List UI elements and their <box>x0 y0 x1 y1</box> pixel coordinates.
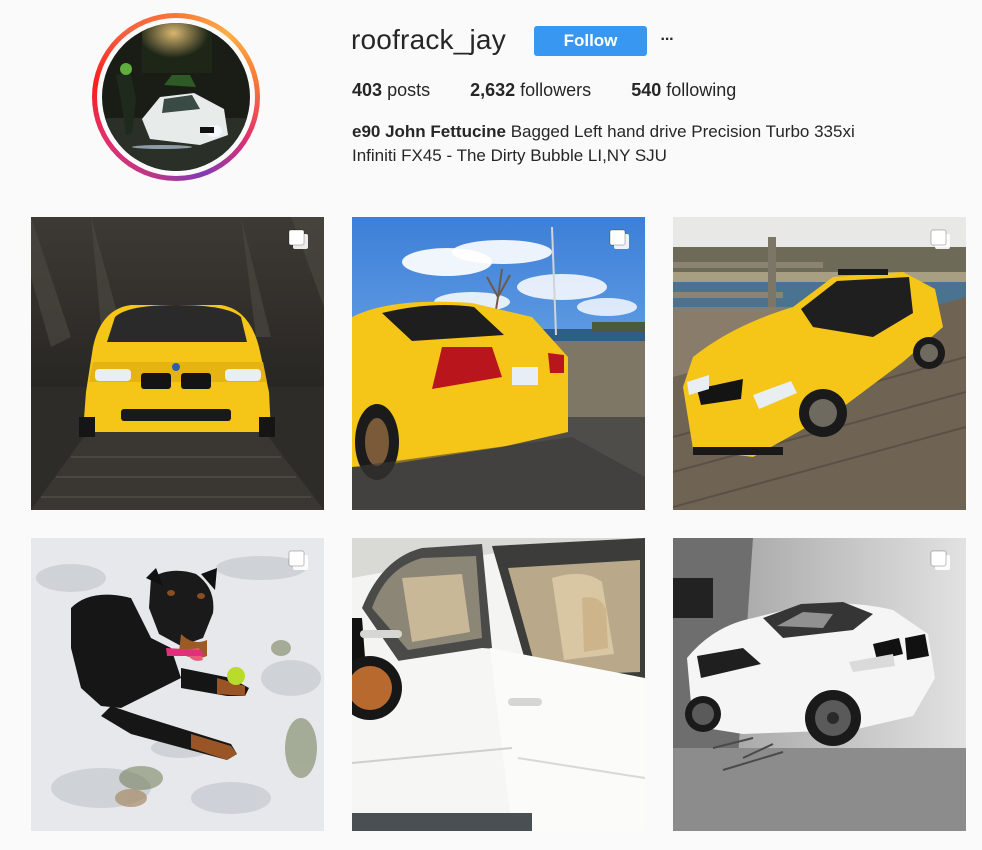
bio-line-2: Infiniti FX45 - The Dirty Bubble LI,NY S… <box>352 146 667 165</box>
yellow-bmw-side-photo <box>673 217 966 510</box>
multi-post-icon <box>930 550 950 570</box>
bio-name: e90 John Fettucine <box>352 122 506 141</box>
follow-button[interactable]: Follow <box>534 26 647 56</box>
white-bmw-interior-photo <box>352 538 645 831</box>
avatar-ring-inner <box>97 18 255 176</box>
posts-label: posts <box>387 80 431 100</box>
story-ring[interactable] <box>92 13 260 181</box>
followers-label[interactable]: followers <box>520 80 591 100</box>
profile-stats: 403 posts 2,632 followers 540 following <box>352 80 776 101</box>
more-options-icon[interactable]: ··· <box>657 28 677 52</box>
rottweiler-snow-photo <box>31 538 324 831</box>
multi-post-icon <box>609 229 629 249</box>
yellow-bmw-front-photo <box>31 217 324 510</box>
stat-followers[interactable]: 2,632 followers <box>470 80 591 101</box>
post-tile-6[interactable] <box>673 538 966 831</box>
profile-bio: e90 John Fettucine Bagged Left hand driv… <box>352 120 952 168</box>
post-tile-5[interactable] <box>352 538 645 831</box>
post-tile-4[interactable] <box>31 538 324 831</box>
following-label[interactable]: following <box>666 80 736 100</box>
avatar[interactable] <box>102 23 250 171</box>
multi-post-icon <box>930 229 950 249</box>
white-bmw-garage-photo <box>673 538 966 831</box>
post-tile-1[interactable] <box>31 217 324 510</box>
multi-post-icon <box>288 550 308 570</box>
profile-header: roofrack_jay Follow ··· 403 posts 2,632 … <box>0 0 982 200</box>
bio-line-1: Bagged Left hand drive Precision Turbo 3… <box>510 122 855 141</box>
stat-following[interactable]: 540 following <box>631 80 736 101</box>
followers-count[interactable]: 2,632 <box>470 80 515 100</box>
username: roofrack_jay <box>351 24 506 55</box>
following-count[interactable]: 540 <box>631 80 661 100</box>
posts-count: 403 <box>352 80 383 100</box>
multi-post-icon <box>288 229 308 249</box>
post-tile-2[interactable] <box>352 217 645 510</box>
yellow-bmw-rear-photo <box>352 217 645 510</box>
stat-posts: 403 posts <box>352 80 430 101</box>
post-tile-3[interactable] <box>673 217 966 510</box>
